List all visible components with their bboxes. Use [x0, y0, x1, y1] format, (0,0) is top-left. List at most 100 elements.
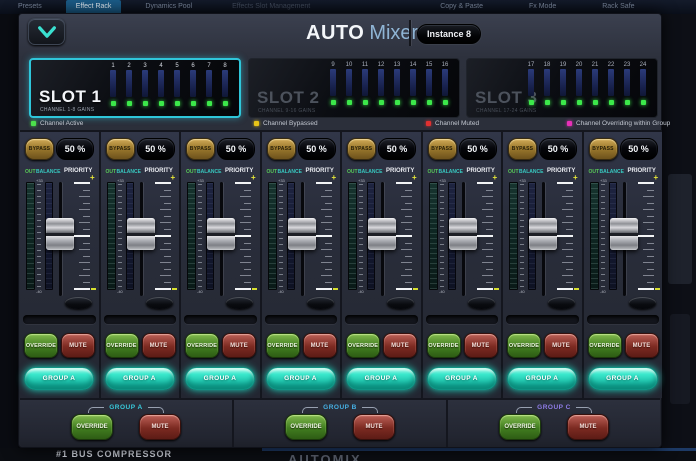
priority-tick	[647, 269, 654, 270]
priority-tick	[164, 190, 171, 191]
priority-tick	[235, 235, 251, 237]
bypass-button[interactable]: BYPASS	[106, 138, 135, 160]
group-override-button[interactable]: OVERRIDE	[499, 414, 541, 440]
override-button[interactable]: OVERRIDE	[185, 333, 219, 358]
mute-button[interactable]: MUTE	[625, 333, 659, 358]
tab-rack-safe[interactable]: Rack Safe	[592, 0, 644, 14]
strip-option-button[interactable]	[468, 297, 495, 309]
slot-panel-1[interactable]: SLOT 1CHANNEL 1-8 GAINS12345678	[29, 58, 241, 118]
priority-tick	[566, 190, 573, 191]
mute-button[interactable]: MUTE	[303, 333, 337, 358]
bypass-button[interactable]: BYPASS	[25, 138, 54, 160]
fader-handle[interactable]	[288, 218, 316, 250]
strip-option-button[interactable]	[629, 297, 656, 309]
group-assign-button[interactable]: GROUP A	[24, 367, 94, 390]
fader-handle[interactable]	[46, 218, 74, 250]
balance-label: BALANCE	[358, 169, 382, 175]
bypass-button[interactable]: BYPASS	[186, 138, 215, 160]
legend-dot	[31, 121, 36, 126]
slot-channel: 6	[186, 63, 200, 106]
legend-dot	[567, 121, 572, 126]
bypass-button[interactable]: BYPASS	[347, 138, 376, 160]
gain-percent-display: 50 %	[459, 138, 497, 160]
priority-tick	[79, 209, 90, 210]
out-label: OUT	[428, 169, 439, 175]
instance-selector[interactable]: Instance 8	[417, 24, 481, 44]
tab-presets[interactable]: Presets	[8, 0, 52, 14]
out-label: OUT	[267, 169, 278, 175]
fader-handle[interactable]	[127, 218, 155, 250]
channel-active-led	[379, 100, 384, 105]
override-button[interactable]: OVERRIDE	[507, 333, 541, 358]
strip-option-button[interactable]	[146, 297, 173, 309]
tab-copy-paste[interactable]: Copy & Paste	[430, 0, 493, 14]
group-override-button[interactable]: OVERRIDE	[71, 414, 113, 440]
fader-handle[interactable]	[207, 218, 235, 250]
override-button[interactable]: OVERRIDE	[346, 333, 380, 358]
priority-tick	[321, 249, 332, 250]
group-assign-button[interactable]: GROUP A	[588, 367, 658, 390]
priority-minus-tick	[172, 288, 177, 290]
override-button[interactable]: OVERRIDE	[105, 333, 139, 358]
tab-effect-rack[interactable]: Effect Rack	[66, 0, 122, 14]
fader-handle[interactable]	[449, 218, 477, 250]
group-assign-button[interactable]: GROUP A	[346, 367, 416, 390]
group-override-button[interactable]: OVERRIDE	[285, 414, 327, 440]
group-buttons: OVERRIDE MUTE	[234, 414, 446, 440]
override-button[interactable]: OVERRIDE	[266, 333, 300, 358]
override-button[interactable]: OVERRIDE	[427, 333, 461, 358]
group-assign-button[interactable]: GROUP A	[507, 367, 577, 390]
group-assign-button[interactable]: GROUP A	[266, 367, 336, 390]
bypass-button[interactable]: BYPASS	[428, 138, 457, 160]
channel-number: 11	[362, 62, 368, 68]
priority-minus-tick	[333, 288, 338, 290]
strip-option-button[interactable]	[387, 297, 414, 309]
group-assign-button[interactable]: GROUP A	[105, 367, 175, 390]
tab-effects-slot-management[interactable]: Effects Slot Management	[222, 0, 320, 14]
mute-button[interactable]: MUTE	[544, 333, 578, 358]
priority-label: PRIORITY	[628, 168, 656, 174]
channel-gain-bar	[158, 70, 164, 97]
priority-tick	[79, 262, 90, 263]
group-mute-button[interactable]: MUTE	[567, 414, 609, 440]
priority-scale	[477, 182, 493, 290]
channel-active-led	[427, 100, 432, 105]
strip-option-button[interactable]	[548, 297, 575, 309]
channel-active-led	[223, 101, 228, 106]
priority-tick	[562, 222, 573, 223]
fader-handle[interactable]	[529, 218, 557, 250]
priority-tick	[486, 256, 493, 257]
group-buttons: OVERRIDE MUTE	[448, 414, 660, 440]
bypass-button[interactable]: BYPASS	[589, 138, 618, 160]
scale-top-label: +33	[439, 179, 446, 184]
priority-tick	[321, 196, 332, 197]
collapse-button[interactable]	[28, 18, 65, 45]
strip-option-button[interactable]	[226, 297, 253, 309]
mute-button[interactable]: MUTE	[222, 333, 256, 358]
mute-button[interactable]: MUTE	[61, 333, 95, 358]
mute-button[interactable]: MUTE	[383, 333, 417, 358]
override-button[interactable]: OVERRIDE	[588, 333, 622, 358]
slot-panel-2[interactable]: SLOT 2CHANNEL 9-16 GAINS910111213141516	[248, 58, 460, 118]
priority-tick	[557, 235, 573, 237]
fader-handle[interactable]	[368, 218, 396, 250]
fader-handle[interactable]	[610, 218, 638, 250]
bypass-button[interactable]: BYPASS	[267, 138, 296, 160]
group-assign-button[interactable]: GROUP A	[185, 367, 255, 390]
bypass-button[interactable]: BYPASS	[508, 138, 537, 160]
strip-option-button[interactable]	[65, 297, 92, 309]
chevron-down-icon	[36, 24, 58, 40]
bracket-left	[302, 407, 318, 413]
strip-option-button[interactable]	[307, 297, 334, 309]
tab-dynamics-pool[interactable]: Dynamics Pool	[135, 0, 202, 14]
group-mute-button[interactable]: MUTE	[353, 414, 395, 440]
channel-number: 17	[528, 62, 535, 68]
group-assign-button[interactable]: GROUP A	[427, 367, 497, 390]
tab-fx-mode[interactable]: Fx Mode	[519, 0, 566, 14]
mute-button[interactable]: MUTE	[464, 333, 498, 358]
slot-panel-3[interactable]: SLOT 3CHANNEL 17-24 GAINS171819202122232…	[466, 58, 658, 118]
group-mute-button[interactable]: MUTE	[139, 414, 181, 440]
override-button[interactable]: OVERRIDE	[24, 333, 58, 358]
slot-channel: 14	[406, 62, 420, 105]
mute-button[interactable]: MUTE	[142, 333, 176, 358]
